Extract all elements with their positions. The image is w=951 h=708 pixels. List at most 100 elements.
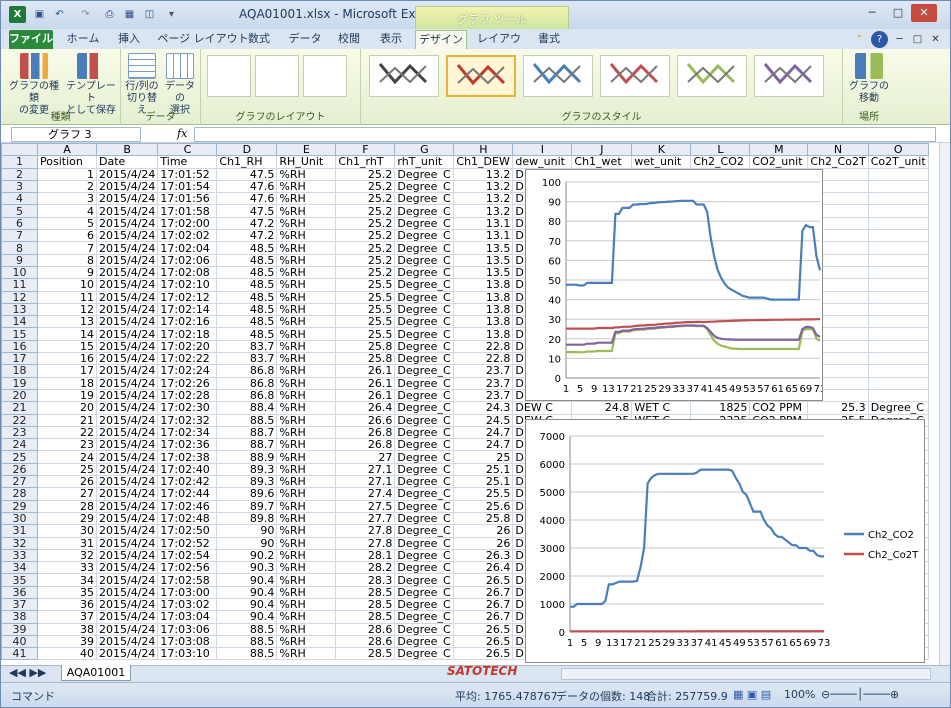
table-cell[interactable]: %RH [276, 462, 337, 477]
table-cell[interactable]: 48.5 [216, 253, 278, 267]
table-cell[interactable]: 48.5 [216, 290, 278, 304]
table-cell[interactable]: 2015/4/24 [95, 511, 159, 526]
column-header[interactable]: D [216, 143, 278, 157]
table-cell[interactable]: 2015/4/24 [95, 487, 159, 501]
table-cell[interactable]: 90 [216, 524, 278, 538]
table-cell[interactable]: 2015/4/24 [95, 462, 159, 477]
table-cell[interactable]: 90.4 [216, 597, 278, 612]
table-cell[interactable]: 22.8 [453, 339, 514, 354]
table-cell[interactable]: 17:03:02 [157, 597, 218, 612]
table-cell[interactable]: 13.2 [453, 167, 514, 181]
row-header[interactable]: 9 [1, 253, 38, 267]
table-cell[interactable]: %RH [276, 376, 337, 390]
table-cell[interactable]: 15 [37, 339, 97, 354]
table-cell[interactable]: 26.3 [453, 548, 514, 563]
row-header[interactable]: 3 [1, 179, 38, 194]
row-header[interactable]: 25 [1, 450, 38, 464]
table-cell[interactable]: %RH [276, 204, 337, 218]
header-cell[interactable]: Ch1_RH [216, 155, 278, 169]
table-cell[interactable]: Degree_C [394, 327, 455, 341]
table-cell[interactable]: 25.2 [335, 167, 396, 181]
table-cell[interactable]: 27 [37, 487, 97, 501]
row-header[interactable]: 18 [1, 364, 38, 378]
row-header[interactable]: 34 [1, 561, 38, 575]
table-cell[interactable]: 2015/4/24 [95, 647, 159, 661]
table-cell[interactable]: 2015/4/24 [95, 548, 159, 563]
table-cell[interactable]: Degree_C [394, 647, 455, 661]
table-cell[interactable]: 2015/4/24 [95, 401, 159, 415]
column-header[interactable]: K [631, 143, 692, 157]
table-cell[interactable]: Degree_C [394, 413, 455, 427]
table-cell[interactable]: 35 [37, 585, 97, 599]
table-cell[interactable]: 17:03:00 [157, 585, 218, 599]
table-cell[interactable]: 24.7 [453, 438, 514, 452]
table-cell[interactable]: Degree_C [394, 204, 455, 218]
chart-style-4-thumb[interactable] [600, 55, 670, 97]
tab-file[interactable]: ファイル [9, 30, 53, 49]
table-cell[interactable] [867, 179, 929, 194]
table-cell[interactable]: Degree_C [394, 192, 455, 206]
column-header[interactable]: A [37, 143, 97, 157]
table-cell[interactable]: 17:02:34 [157, 425, 218, 440]
row-header[interactable]: 16 [1, 339, 38, 354]
table-cell[interactable]: 17:03:10 [157, 647, 218, 661]
table-cell[interactable]: 24.7 [453, 425, 514, 440]
table-cell[interactable]: 88.5 [216, 622, 278, 636]
column-header[interactable]: H [453, 143, 514, 157]
table-cell[interactable]: 90.4 [216, 585, 278, 599]
table-cell[interactable]: Degree_C [867, 401, 929, 415]
table-cell[interactable]: 17:02:52 [157, 536, 218, 550]
table-cell[interactable]: 13.2 [453, 179, 514, 194]
row-header[interactable]: 6 [1, 216, 38, 231]
table-cell[interactable]: Degree_C [394, 536, 455, 550]
table-cell[interactable]: 2015/4/24 [95, 290, 159, 304]
table-cell[interactable]: 24.8 [571, 401, 633, 415]
row-header[interactable]: 37 [1, 597, 38, 612]
table-cell[interactable]: 47.2 [216, 216, 278, 231]
table-cell[interactable]: 17:03:06 [157, 622, 218, 636]
horizontal-scrollbar[interactable] [561, 668, 931, 680]
row-header[interactable]: 12 [1, 290, 38, 304]
table-cell[interactable]: 2015/4/24 [95, 315, 159, 329]
function-icon[interactable]: fx [177, 127, 187, 140]
table-cell[interactable]: %RH [276, 167, 337, 181]
row-header[interactable]: 21 [1, 401, 38, 415]
table-cell[interactable]: Degree_C [394, 475, 455, 489]
table-cell[interactable]: 2015/4/24 [95, 265, 159, 280]
maximize-button[interactable]: □ [885, 4, 911, 22]
excel-app-icon[interactable]: X [9, 6, 26, 23]
move-chart-button[interactable]: グラフの 移動 [845, 53, 893, 105]
table-cell[interactable]: 25.2 [335, 204, 396, 218]
table-cell[interactable]: 17:01:56 [157, 192, 218, 206]
tab-design[interactable]: デザイン [415, 30, 467, 49]
row-header[interactable]: 29 [1, 499, 38, 513]
table-cell[interactable]: 86.8 [216, 364, 278, 378]
sheet-nav-icon[interactable]: ◀◀ ▶▶ [9, 666, 46, 679]
table-cell[interactable]: 2015/4/24 [95, 278, 159, 292]
header-cell[interactable]: RH_Unit [276, 155, 337, 169]
table-cell[interactable]: 25.2 [335, 192, 396, 206]
table-cell[interactable]: 13.8 [453, 302, 514, 317]
table-cell[interactable]: 26.1 [335, 376, 396, 390]
table-cell[interactable]: %RH [276, 179, 337, 194]
table-cell[interactable]: 89.6 [216, 487, 278, 501]
table-cell[interactable]: 17:02:38 [157, 450, 218, 464]
table-cell[interactable]: 13.2 [453, 204, 514, 218]
table-cell[interactable]: 21 [37, 413, 97, 427]
table-cell[interactable]: 88.7 [216, 438, 278, 452]
table-cell[interactable]: 25.5 [453, 487, 514, 501]
tab-data[interactable]: データ [285, 30, 325, 49]
table-cell[interactable]: Degree_C [394, 548, 455, 563]
table-cell[interactable]: 23.7 [453, 364, 514, 378]
table-cell[interactable]: 48.5 [216, 265, 278, 280]
table-cell[interactable]: 2015/4/24 [95, 475, 159, 489]
table-cell[interactable]: 25.5 [335, 290, 396, 304]
row-header[interactable]: 28 [1, 487, 38, 501]
table-cell[interactable]: 17:02:18 [157, 327, 218, 341]
table-cell[interactable]: 90.2 [216, 548, 278, 563]
table-cell[interactable]: 27.4 [335, 487, 396, 501]
row-header[interactable]: 20 [1, 388, 38, 403]
table-cell[interactable]: 17:02:32 [157, 413, 218, 427]
table-cell[interactable]: 2015/4/24 [95, 413, 159, 427]
table-cell[interactable]: 26.6 [335, 413, 396, 427]
